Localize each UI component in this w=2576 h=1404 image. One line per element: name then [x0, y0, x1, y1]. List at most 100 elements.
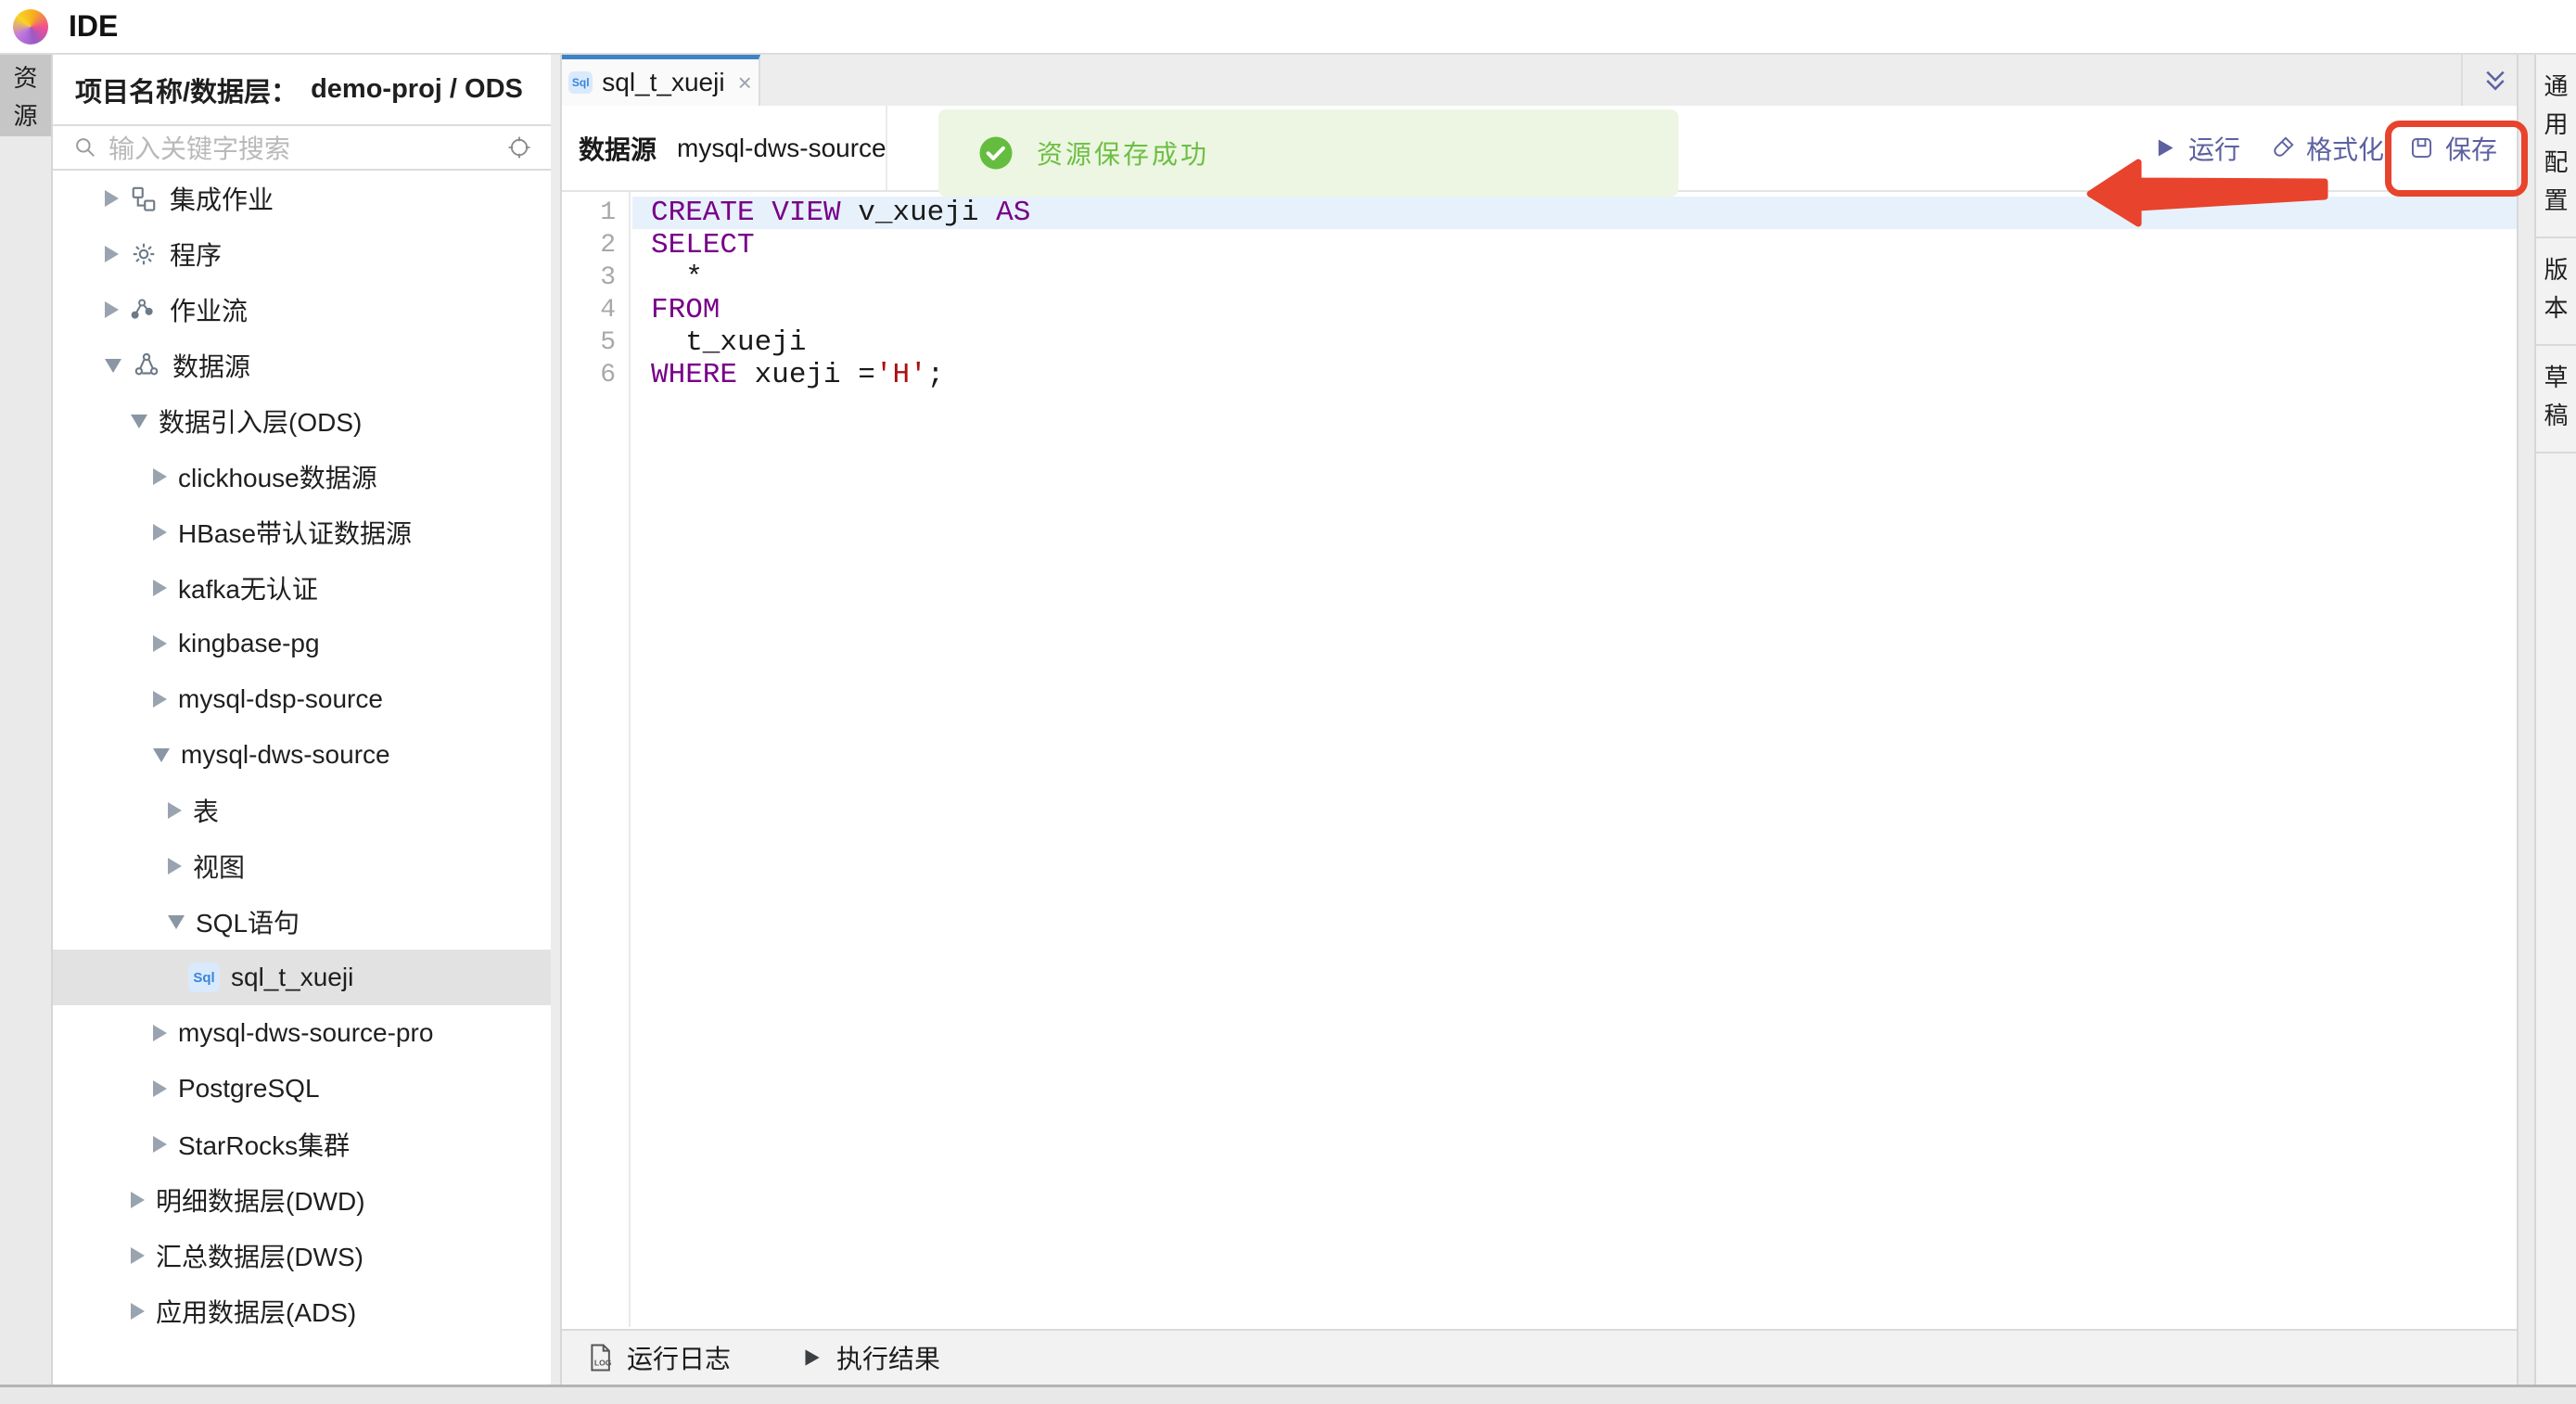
code-line[interactable]: FROM	[632, 294, 2517, 326]
tree-item-label: 数据源	[172, 347, 250, 384]
caret-down-icon[interactable]	[131, 415, 147, 428]
project-header: 项目名称/数据层： demo-proj / ODS	[53, 55, 551, 126]
right-tab-char: 版	[2544, 251, 2568, 286]
tree-item[interactable]: 应用数据层(ADS)	[53, 1283, 551, 1339]
tree-item-label: 应用数据层(ADS)	[156, 1293, 356, 1330]
code-token: t_xueji	[651, 326, 806, 359]
page-footer-strip	[0, 1385, 2576, 1404]
line-number: 1	[562, 197, 629, 229]
resources-strip-tab[interactable]: 资源	[0, 55, 51, 136]
line-number-gutter: 123456	[562, 192, 631, 1327]
aim-icon[interactable]	[506, 134, 532, 160]
caret-right-icon[interactable]	[131, 1192, 145, 1208]
caret-down-icon[interactable]	[168, 915, 185, 929]
run-button-label: 运行	[2188, 130, 2240, 167]
toast-message: 资源保存成功	[1037, 134, 1209, 172]
tree-item[interactable]: SQL语句	[53, 894, 551, 950]
caret-right-icon[interactable]	[168, 858, 182, 874]
line-number: 3	[562, 262, 629, 294]
caret-right-icon[interactable]	[153, 1025, 167, 1041]
play-icon	[2152, 135, 2177, 160]
tree-item[interactable]: mysql-dsp-source	[53, 671, 551, 727]
tree-item[interactable]: mysql-dws-source	[53, 727, 551, 783]
tree-item[interactable]: StarRocks集群	[53, 1117, 551, 1172]
caret-right-icon[interactable]	[153, 468, 167, 485]
sidebar-search-row: 输入关键字搜索	[53, 126, 551, 171]
caret-right-icon[interactable]	[153, 635, 167, 652]
tree-item-label: kafka无认证	[178, 569, 318, 606]
tree-item-label: 汇总数据层(DWS)	[156, 1237, 363, 1274]
strip-tab-char: 源	[13, 97, 37, 132]
tree-item[interactable]: 表	[53, 783, 551, 838]
sql-code-editor[interactable]: CREATE VIEW v_xueji ASSELECT *FROM t_xue…	[632, 192, 2517, 1327]
tree-item[interactable]: 作业流	[53, 282, 551, 338]
caret-down-icon[interactable]	[153, 748, 170, 762]
right-tab-char: 配	[2544, 144, 2568, 178]
right-tab-0[interactable]: 通用配置	[2536, 55, 2576, 238]
save-button[interactable]: 保存	[2409, 106, 2497, 190]
caret-right-icon[interactable]	[153, 691, 167, 708]
code-token: SELECT	[651, 229, 755, 262]
tab-strip-divider	[2461, 55, 2463, 106]
tree-item[interactable]: mysql-dws-source-pro	[53, 1005, 551, 1061]
tree-item[interactable]: 数据源	[53, 338, 551, 393]
code-line[interactable]: CREATE VIEW v_xueji AS	[632, 197, 2517, 229]
line-number: 5	[562, 326, 629, 359]
tree-item-label: sql_t_xueji	[231, 963, 353, 992]
search-input[interactable]: 输入关键字搜索	[108, 129, 495, 166]
caret-right-icon[interactable]	[131, 1303, 145, 1320]
tab-close-icon[interactable]: ×	[738, 69, 752, 97]
right-tab-char: 草	[2544, 359, 2568, 393]
right-tab-char: 本	[2544, 289, 2568, 324]
tree-item[interactable]: 明细数据层(DWD)	[53, 1172, 551, 1228]
exec-result-tab[interactable]: 执行结果	[799, 1339, 940, 1376]
tree-item[interactable]: 集成作业	[53, 171, 551, 226]
caret-right-icon[interactable]	[153, 1136, 167, 1153]
exec-result-label: 执行结果	[836, 1339, 940, 1376]
run-button[interactable]: 运行	[2152, 106, 2240, 190]
editor-panel: Sql sql_t_xueji × 数据源 mysql-dws-source	[560, 55, 2519, 1385]
right-tab-1[interactable]: 版本	[2536, 238, 2576, 346]
tree-item[interactable]: kafka无认证	[53, 560, 551, 616]
code-line[interactable]: *	[632, 262, 2517, 294]
tree-item[interactable]: Sqlsql_t_xueji	[53, 950, 551, 1005]
sql-file-icon: Sql	[568, 71, 593, 94]
caret-right-icon[interactable]	[131, 1247, 145, 1264]
save-success-toast: 资源保存成功	[938, 109, 1678, 197]
tree-item[interactable]: 数据引入层(ODS)	[53, 393, 551, 449]
tree-item[interactable]: PostgreSQL	[53, 1061, 551, 1117]
tree-item[interactable]: 程序	[53, 226, 551, 282]
caret-down-icon[interactable]	[105, 359, 121, 373]
caret-right-icon[interactable]	[153, 580, 167, 596]
datasource-icon	[133, 351, 160, 379]
code-line[interactable]: t_xueji	[632, 326, 2517, 359]
code-line[interactable]: SELECT	[632, 229, 2517, 262]
tree-item[interactable]: HBase带认证数据源	[53, 504, 551, 560]
caret-right-icon[interactable]	[168, 802, 182, 819]
tree-item[interactable]: 视图	[53, 838, 551, 894]
right-tab-char: 稿	[2544, 397, 2568, 431]
datasource-group: 数据源 mysql-dws-source	[579, 106, 886, 190]
datasource-value[interactable]: mysql-dws-source	[677, 134, 886, 163]
left-activity-strip: 资源	[0, 55, 53, 1385]
caret-right-icon[interactable]	[105, 246, 119, 262]
format-button[interactable]: 格式化	[2270, 106, 2384, 190]
right-settings-sidebar: 通用配置版本草稿	[2534, 55, 2576, 1385]
code-token: CREATE	[651, 197, 755, 229]
caret-right-icon[interactable]	[153, 1080, 167, 1097]
collapse-double-chevron-icon[interactable]	[2481, 67, 2509, 95]
check-circle-icon	[977, 134, 1014, 172]
tree-item[interactable]: kingbase-pg	[53, 616, 551, 671]
run-log-tab[interactable]: LOG 运行日志	[586, 1339, 731, 1376]
tree-item[interactable]: 汇总数据层(DWS)	[53, 1228, 551, 1283]
tab-sql-t-xueji[interactable]: Sql sql_t_xueji ×	[562, 55, 760, 106]
tree-item[interactable]: clickhouse数据源	[53, 449, 551, 504]
tree-item-label: 明细数据层(DWD)	[156, 1181, 365, 1219]
app-title: IDE	[69, 9, 118, 44]
code-line[interactable]: WHERE xueji ='H';	[632, 359, 2517, 391]
caret-right-icon[interactable]	[105, 190, 119, 207]
right-tab-2[interactable]: 草稿	[2536, 346, 2576, 453]
caret-right-icon[interactable]	[153, 524, 167, 541]
save-button-label: 保存	[2445, 130, 2497, 167]
caret-right-icon[interactable]	[105, 301, 119, 318]
